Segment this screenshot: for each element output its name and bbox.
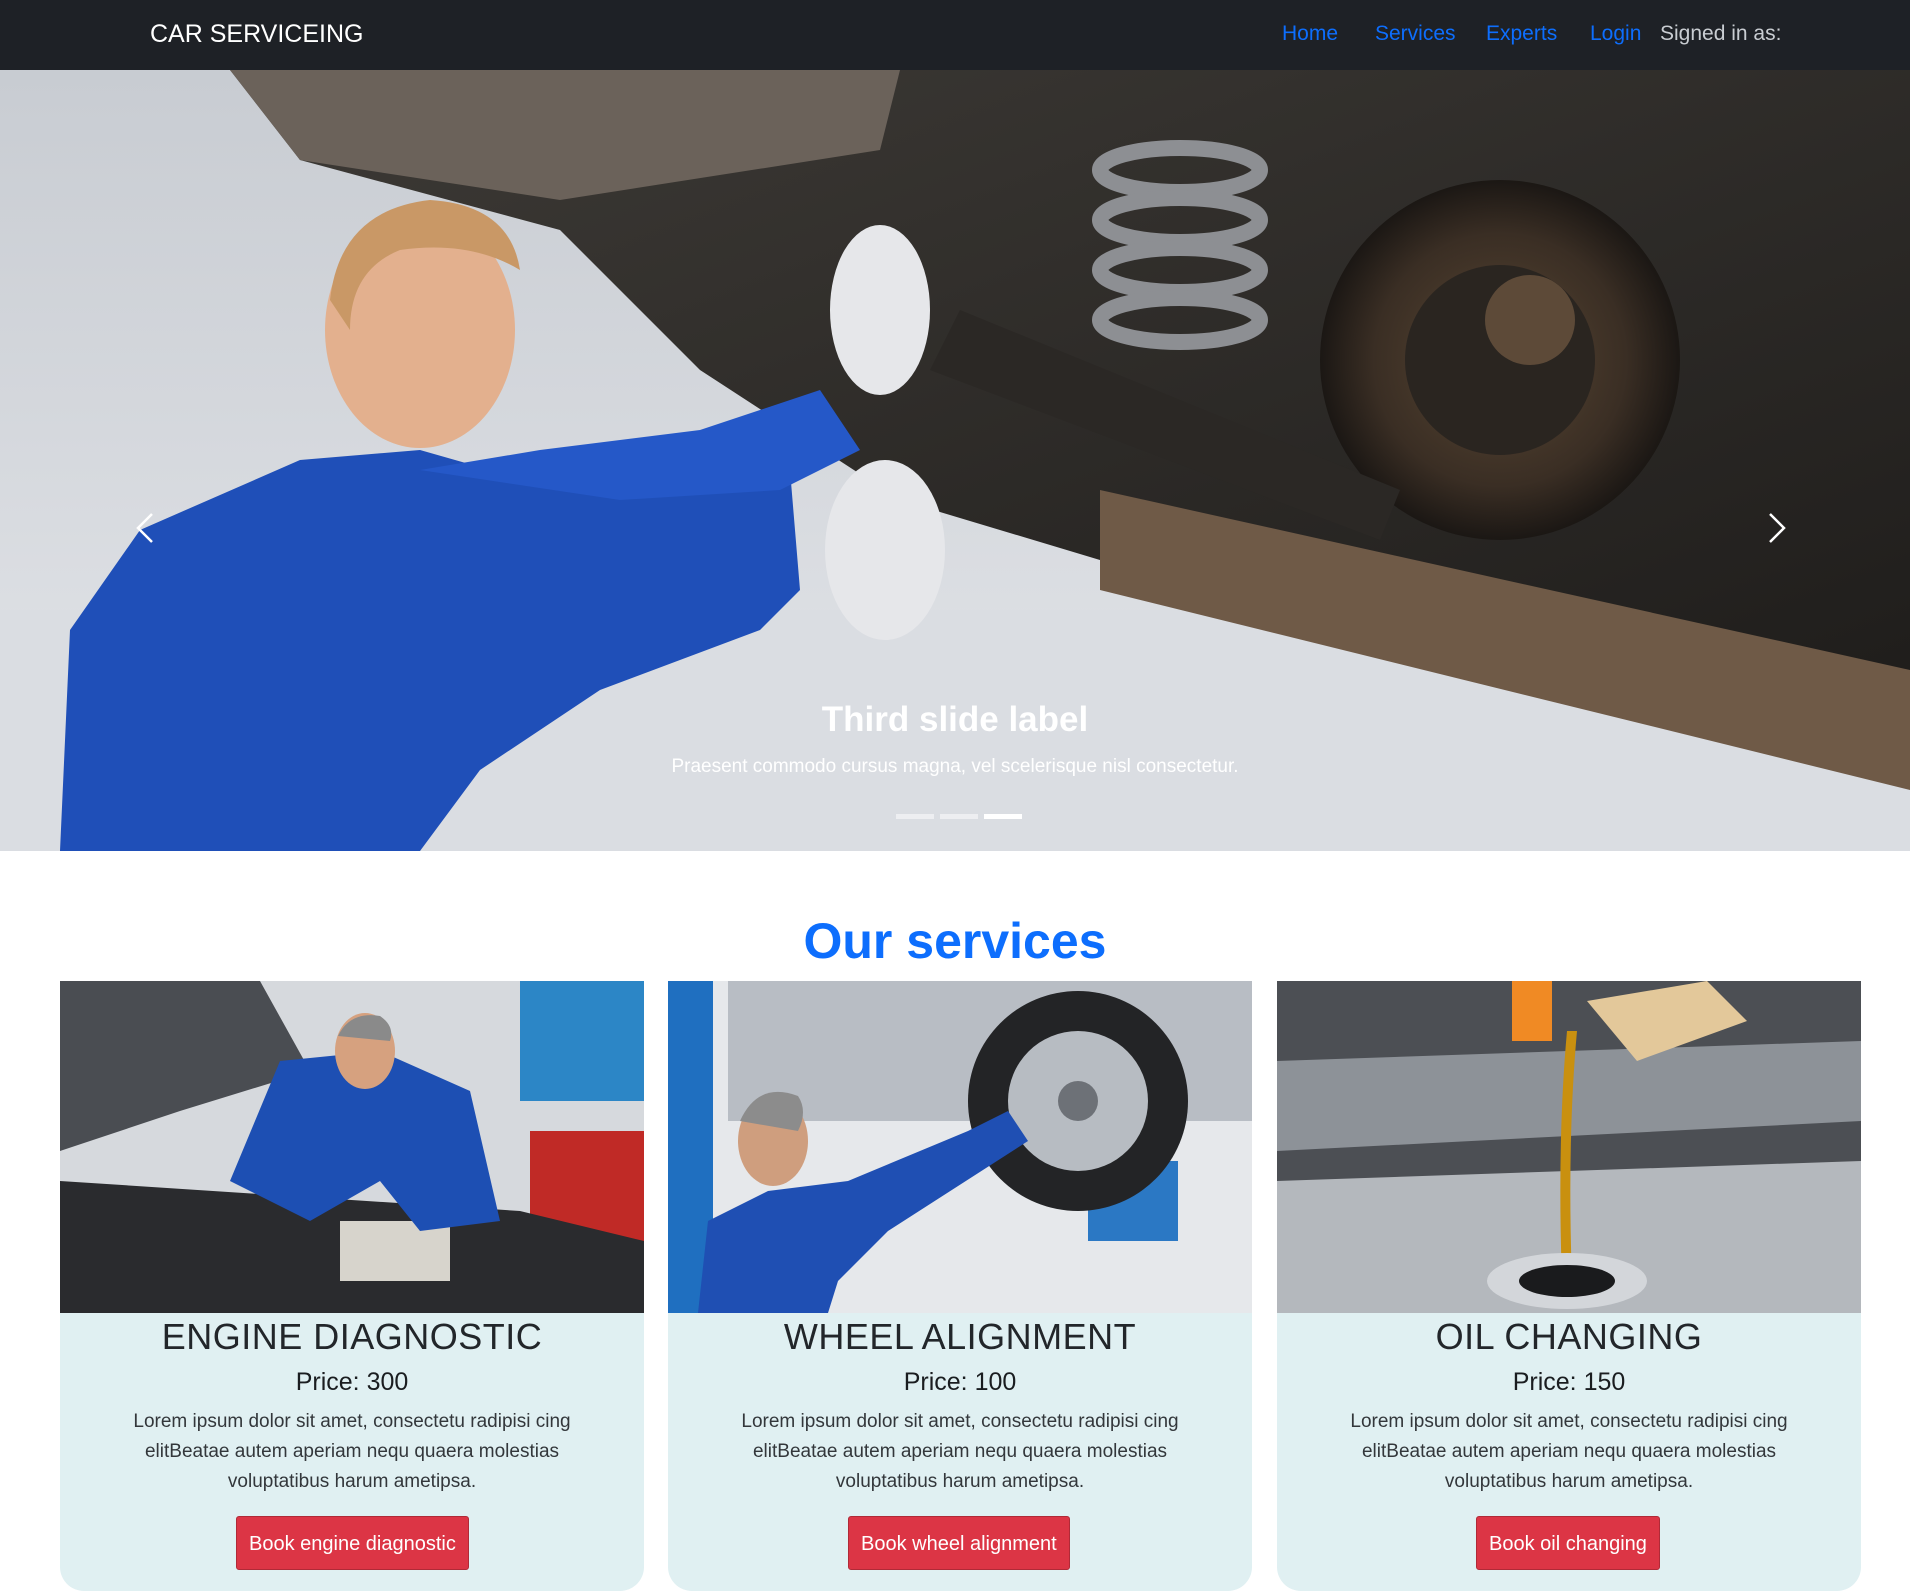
hero-carousel: Third slide label Praesent commodo cursu… [0, 70, 1910, 851]
carousel-caption-text: Praesent commodo cursus magna, vel scele… [671, 756, 1239, 777]
nav-home-link[interactable]: Home [1282, 22, 1338, 46]
service-description: Lorem ipsum dolor sit amet, consectetu r… [741, 1411, 1179, 1492]
service-description: Lorem ipsum dolor sit amet, consectetu r… [1350, 1411, 1788, 1492]
book-engine-diagnostic-button[interactable]: Book engine diagnostic [236, 1516, 469, 1570]
chevron-right-icon [1769, 513, 1786, 543]
service-description: Lorem ipsum dolor sit amet, consectetu r… [133, 1411, 571, 1492]
carousel-indicator-2[interactable] [940, 814, 978, 819]
nav-experts-link[interactable]: Experts [1486, 22, 1557, 46]
carousel-caption-title: Third slide label [821, 700, 1089, 739]
carousel-indicator-1[interactable] [896, 814, 934, 819]
service-card-engine: ENGINE DIAGNOSTIC Price: 300 Lorem ipsum… [60, 981, 644, 1591]
nav-login-link[interactable]: Login [1590, 22, 1641, 46]
wheel-alignment-image [668, 981, 1252, 1313]
oil-changing-image [1277, 981, 1861, 1313]
service-title: ENGINE DIAGNOSTIC [161, 1316, 543, 1357]
service-price: Price: 150 [1512, 1368, 1626, 1396]
book-wheel-alignment-button[interactable]: Book wheel alignment [848, 1516, 1070, 1570]
service-price: Price: 300 [295, 1368, 409, 1396]
service-title: WHEEL ALIGNMENT [783, 1316, 1137, 1357]
service-price: Price: 100 [903, 1368, 1017, 1396]
navbar: CAR SERVICEING Home Services Experts Log… [0, 0, 1910, 70]
carousel-prev-button[interactable] [128, 510, 164, 546]
signed-in-label: Signed in as: [1660, 22, 1782, 45]
service-card-wheel: WHEEL ALIGNMENT Price: 100 Lorem ipsum d… [668, 981, 1252, 1591]
engine-diagnostic-image [60, 981, 644, 1313]
carousel-next-button[interactable] [1758, 510, 1794, 546]
service-card-oil: OIL CHANGING Price: 150 Lorem ipsum dolo… [1277, 981, 1861, 1591]
service-title: OIL CHANGING [1435, 1316, 1703, 1357]
chevron-left-icon [136, 513, 153, 543]
brand-logo-link[interactable]: CAR SERVICEING [150, 20, 363, 49]
nav-services-link[interactable]: Services [1375, 22, 1456, 46]
carousel-indicator-3[interactable] [984, 814, 1022, 819]
book-oil-changing-button[interactable]: Book oil changing [1476, 1516, 1660, 1570]
services-heading: Our services [803, 913, 1107, 969]
